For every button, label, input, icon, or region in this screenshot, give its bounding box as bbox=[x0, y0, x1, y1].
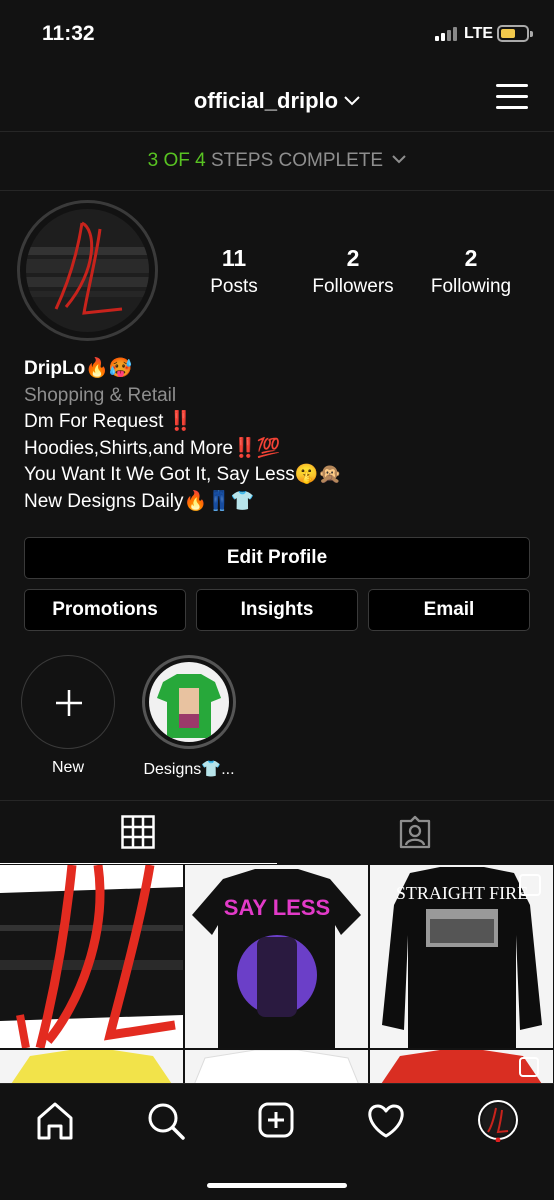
posts-label: Posts bbox=[210, 276, 258, 297]
profile-steps-banner[interactable]: 3 OF 4 STEPS COMPLETE bbox=[0, 133, 554, 191]
new-post-icon[interactable] bbox=[246, 1098, 306, 1142]
stat-following[interactable]: 2 Following bbox=[411, 245, 531, 298]
shirt-print-text: STRAIGHT FIRE bbox=[396, 883, 528, 903]
profile-avatar-icon[interactable] bbox=[468, 1098, 528, 1143]
highlight-label: New bbox=[51, 759, 84, 776]
posts-count: 11 bbox=[221, 245, 247, 271]
stat-posts[interactable]: 11 Posts bbox=[174, 245, 294, 298]
following-label: Following bbox=[430, 276, 512, 297]
status-bar: 11:32 LTE bbox=[0, 0, 554, 66]
search-icon[interactable] bbox=[135, 1098, 195, 1142]
activity-heart-icon[interactable] bbox=[356, 1098, 416, 1142]
steps-count: 3 OF 4 bbox=[147, 150, 206, 171]
chevron-down-icon bbox=[344, 86, 360, 112]
edit-profile-button[interactable]: Edit Profile bbox=[24, 537, 530, 579]
avatar-image bbox=[26, 209, 149, 332]
display-name: DripLo🔥🥵 bbox=[24, 358, 133, 379]
account-switcher[interactable]: official_driplo bbox=[0, 86, 554, 114]
active-tab-indicator bbox=[0, 863, 277, 864]
plus-icon bbox=[56, 690, 82, 716]
bio-line: Hoodies,Shirts,and More‼️💯 bbox=[24, 437, 281, 459]
home-indicator[interactable] bbox=[207, 1183, 347, 1188]
following-count: 2 bbox=[464, 245, 478, 271]
highlight-designs[interactable]: Designs👕... bbox=[132, 655, 246, 779]
business-category: Shopping & Retail bbox=[24, 384, 177, 406]
steps-label: STEPS COMPLETE bbox=[210, 150, 384, 171]
content-tabs bbox=[0, 800, 554, 864]
bottom-navigation bbox=[0, 1083, 554, 1200]
battery-icon bbox=[497, 25, 533, 42]
story-thumbnail bbox=[142, 655, 236, 749]
post-thumbnail[interactable] bbox=[0, 1050, 183, 1085]
post-grid: SAY LESS STRAIGHT FIRE bbox=[0, 865, 554, 1085]
signal-icon bbox=[435, 27, 461, 41]
profile-bio: DripLo🔥🥵 Shopping & Retail Dm For Reques… bbox=[24, 356, 534, 515]
bio-line: New Designs Daily🔥👖👕 bbox=[24, 490, 255, 512]
post-thumbnail[interactable] bbox=[370, 1050, 553, 1085]
shirt-print-text: SAY LESS bbox=[224, 895, 330, 920]
tab-tagged[interactable] bbox=[277, 801, 554, 864]
new-highlight-circle bbox=[21, 655, 115, 749]
tab-grid[interactable] bbox=[0, 801, 277, 864]
followers-count: 2 bbox=[346, 245, 360, 271]
highlight-label: Designs👕... bbox=[143, 761, 235, 778]
tagged-user-icon bbox=[399, 815, 431, 849]
menu-icon[interactable] bbox=[496, 84, 528, 110]
insights-button[interactable]: Insights bbox=[196, 589, 358, 631]
promotions-button[interactable]: Promotions bbox=[24, 589, 186, 631]
email-button[interactable]: Email bbox=[368, 589, 530, 631]
profile-header: official_driplo bbox=[0, 66, 554, 132]
network-type: LTE bbox=[464, 25, 494, 42]
post-thumbnail[interactable]: STRAIGHT FIRE bbox=[370, 865, 553, 1048]
highlight-new[interactable]: New bbox=[20, 655, 116, 777]
grid-icon bbox=[121, 815, 155, 849]
username: official_driplo bbox=[193, 88, 339, 113]
status-time: 11:32 bbox=[42, 22, 95, 45]
followers-label: Followers bbox=[312, 276, 394, 297]
bio-line: Dm For Request ‼️ bbox=[24, 411, 193, 432]
bio-line: You Want It We Got It, Say Less🤫🙊 bbox=[24, 464, 343, 485]
post-thumbnail[interactable]: SAY LESS bbox=[185, 865, 368, 1048]
profile-avatar[interactable] bbox=[17, 200, 158, 341]
post-thumbnail[interactable] bbox=[185, 1050, 368, 1085]
home-icon[interactable] bbox=[25, 1098, 85, 1142]
stat-followers[interactable]: 2 Followers bbox=[293, 245, 413, 298]
chevron-down-icon bbox=[392, 148, 407, 170]
post-thumbnail[interactable] bbox=[0, 865, 183, 1048]
